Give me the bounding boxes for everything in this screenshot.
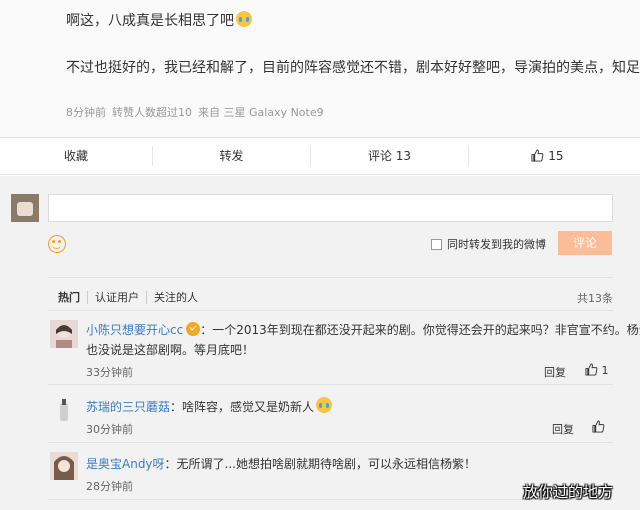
divider [48, 384, 613, 385]
divider [48, 277, 613, 278]
comment-filter-tabs: 热门 认证用户 关注的人 [58, 289, 212, 305]
avatar[interactable] [50, 320, 78, 348]
thumbs-up-icon [585, 363, 598, 376]
verified-badge-icon [186, 322, 201, 336]
avatar[interactable] [50, 397, 78, 425]
comment-time: 28分钟前 [86, 480, 133, 493]
reply-button[interactable]: 回复 [552, 421, 574, 437]
thumbs-up-icon [531, 149, 544, 162]
post-meta: 8分钟前 转赞人数超过10 来自 三星 Galaxy Note9 [66, 104, 330, 120]
comment-time: 30分钟前 [86, 423, 133, 436]
submit-comment-button[interactable]: 评论 [558, 231, 612, 255]
comment-total-count: 共13条 [577, 292, 613, 305]
comment-like-button[interactable] [592, 420, 605, 434]
my-avatar[interactable] [11, 194, 39, 222]
post-repost-count[interactable]: 转赞人数超过10 [112, 106, 192, 119]
watermark: 放你过的地方 [523, 483, 614, 501]
post-text-line2: 不过也挺好的，我已经和解了，目前的阵容感觉还不错，剧本好好整吧，导演拍的美点，知… [66, 60, 640, 76]
comment-text: 苏瑞的三只蘑菇：啥阵容，感觉又是奶新人 [86, 397, 333, 417]
avatar-portrait-icon [50, 452, 78, 480]
repost-button[interactable]: 转发 [153, 138, 310, 174]
post-source[interactable]: 来自 三星 Galaxy Note9 [198, 106, 324, 119]
comment-username[interactable]: 是奥宝Andy呀 [86, 457, 165, 471]
collect-button[interactable]: 收藏 [0, 138, 152, 174]
comment-text: 是奥宝Andy呀：无所谓了...她想拍啥剧就期待啥剧，可以永远相信杨紫！ [86, 457, 476, 471]
emoji-picker-icon[interactable] [48, 235, 66, 253]
crying-emoji-icon [236, 11, 252, 27]
tab-verified-users[interactable]: 认证用户 [95, 291, 147, 304]
forward-checkbox[interactable] [431, 239, 442, 250]
comment-text: 小陈只想要开心cc ：一个2013年到现在都还没开起来的剧。你觉得还会开的起来吗？… [86, 322, 640, 357]
crying-emoji-icon [316, 397, 333, 413]
avatar[interactable] [50, 452, 78, 480]
comment-username[interactable]: 小陈只想要开心cc [86, 323, 183, 337]
comment-username[interactable]: 苏瑞的三只蘑菇 [86, 400, 170, 414]
post-content: 啊这，八成真是长相思了吧 不过也挺好的，我已经和解了，目前的阵容感觉还不错，剧本… [0, 0, 640, 137]
post-action-bar: 收藏 转发 评论 13 15 [0, 137, 640, 175]
comment-input[interactable] [48, 194, 613, 222]
avatar-portrait-icon [50, 397, 78, 425]
reply-button[interactable]: 回复 [544, 364, 566, 380]
avatar-portrait-icon [50, 320, 78, 348]
comment-button[interactable]: 评论 13 [311, 138, 468, 174]
like-button[interactable]: 15 [469, 138, 626, 174]
post-text-line1: 啊这，八成真是长相思了吧 [66, 10, 252, 30]
like-count: 15 [548, 149, 564, 163]
comment-like-count: 1 [601, 364, 609, 377]
comment-like-button[interactable]: 1 [585, 363, 609, 377]
tab-hot[interactable]: 热门 [58, 291, 88, 304]
comment-time: 33分钟前 [86, 366, 133, 379]
post-time: 8分钟前 [66, 106, 106, 119]
forward-checkbox-label[interactable]: 同时转发到我的微博 [447, 236, 546, 252]
divider [48, 310, 613, 311]
tab-following[interactable]: 关注的人 [154, 291, 205, 304]
divider [48, 442, 613, 443]
thumbs-up-icon [592, 420, 605, 433]
